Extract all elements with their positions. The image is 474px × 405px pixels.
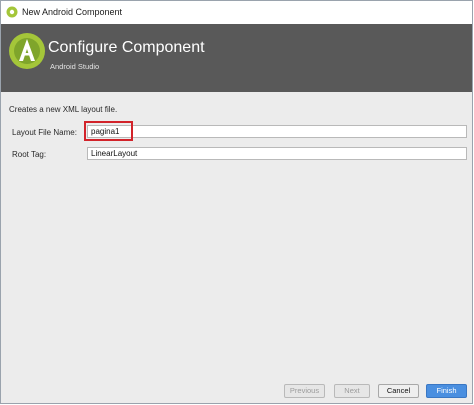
cancel-button[interactable]: Cancel bbox=[378, 384, 419, 398]
window-title: New Android Component bbox=[22, 7, 123, 17]
layout-file-name-label: Layout File Name: bbox=[12, 128, 77, 137]
header-banner: Configure Component Android Studio bbox=[1, 24, 472, 92]
page-title: Configure Component bbox=[48, 39, 205, 56]
root-tag-input[interactable]: LinearLayout bbox=[87, 147, 467, 160]
root-tag-label: Root Tag: bbox=[12, 150, 47, 159]
highlight-annotation bbox=[84, 121, 133, 141]
layout-file-name-input[interactable]: pagina1 bbox=[87, 125, 467, 138]
android-studio-icon bbox=[6, 6, 18, 18]
title-bar: New Android Component bbox=[1, 1, 472, 25]
page-subtitle: Android Studio bbox=[50, 62, 100, 71]
form-area: Creates a new XML layout file. Layout Fi… bbox=[1, 92, 472, 403]
form-description: Creates a new XML layout file. bbox=[9, 105, 118, 114]
next-button[interactable]: Next bbox=[334, 384, 370, 398]
finish-button[interactable]: Finish bbox=[426, 384, 467, 398]
dialog-window: New Android Component Configure Componen… bbox=[0, 0, 473, 404]
previous-button[interactable]: Previous bbox=[284, 384, 325, 398]
android-studio-logo-icon bbox=[9, 33, 45, 69]
